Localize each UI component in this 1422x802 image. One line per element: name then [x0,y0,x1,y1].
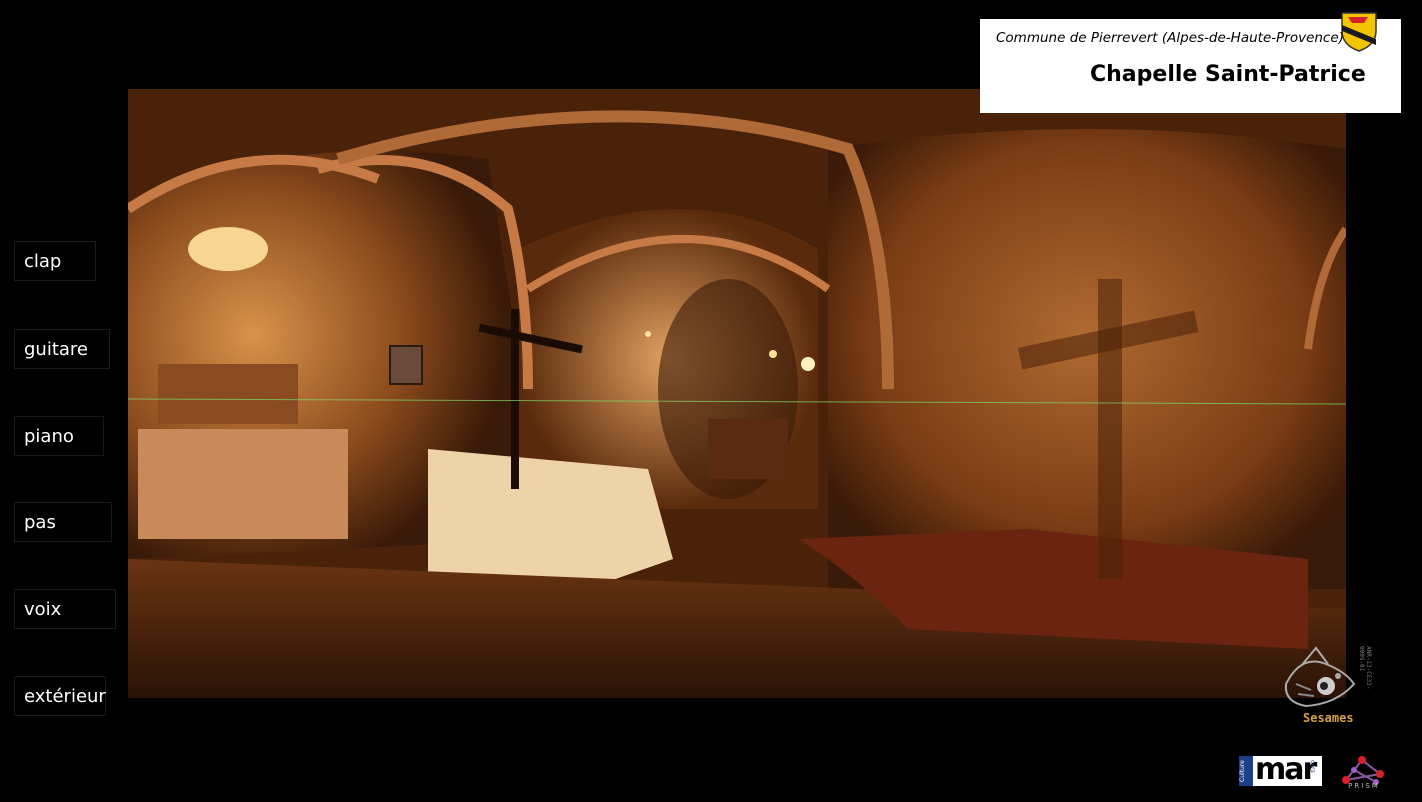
sesames-icon [1284,646,1356,708]
sidebar-item-label: guitare [24,339,89,360]
panorama-svg [128,89,1346,698]
sidebar-item-label: piano [24,426,74,447]
sidebar-item-label: clap [24,251,62,272]
sidebar-item-guitare[interactable]: guitare [14,329,110,369]
cnrs-logo-text: cnrs [1309,760,1316,773]
mar-logo-text: mar [1255,756,1317,786]
culture-strip-text: Culture [1239,756,1253,786]
culture-mar-logo: Culture mar cnrs [1239,756,1322,786]
sesames-logo-text: Sesames [1303,711,1354,725]
commune-subtitle: Commune de Pierrevert (Alpes-de-Haute-Pr… [996,30,1344,46]
sidebar-item-pas[interactable]: pas [14,502,112,542]
sidebar-item-voix[interactable]: voix [14,589,116,629]
page-title: Chapelle Saint-Patrice [1090,62,1366,87]
sidebar-item-piano[interactable]: piano [14,416,104,456]
sesames-code: ANR-13-CE33-0009-01 [1358,646,1372,690]
sidebar-item-exterieur[interactable]: extérieur [14,676,106,716]
sidebar-item-clap[interactable]: clap [14,241,96,281]
crest-icon [1341,12,1377,52]
panorama-image[interactable] [128,89,1346,698]
prism-logo-text: PRISM [1348,782,1380,790]
sidebar-item-label: pas [24,512,56,533]
sidebar-item-label: voix [24,599,62,620]
sidebar-item-label: extérieur [24,686,106,707]
title-panel: Commune de Pierrevert (Alpes-de-Haute-Pr… [980,19,1401,113]
